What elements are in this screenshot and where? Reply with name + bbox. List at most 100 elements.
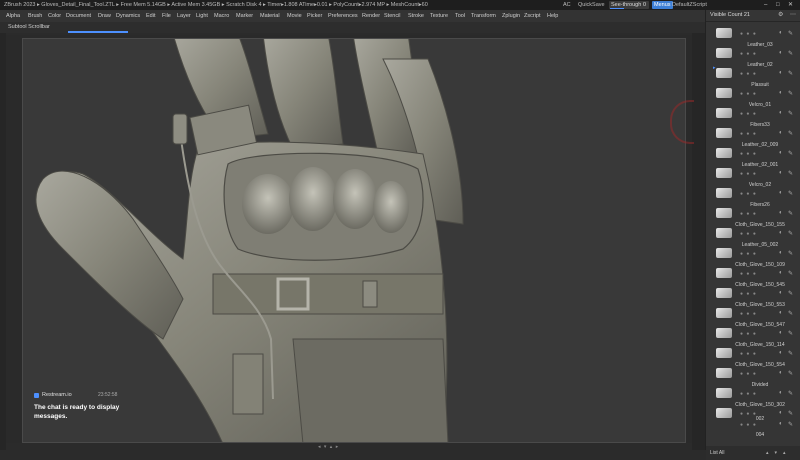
subtool-controls[interactable]: ● ● ● [740, 71, 757, 77]
menu-stencil[interactable]: Stencil [384, 10, 401, 22]
subtool-item[interactable]: Cloth_Glove_150_114 ● ● ● ◐ ✎ [706, 342, 800, 362]
quicksave-button[interactable]: QuickSave [578, 0, 605, 10]
menus-button[interactable]: Menus [652, 1, 673, 9]
eye-icon[interactable]: ◐ [779, 130, 783, 136]
eye-icon[interactable]: ◐ [779, 330, 783, 336]
subtool-controls[interactable]: ● ● ● [740, 51, 757, 57]
menu-file[interactable]: File [162, 10, 171, 22]
subtool-item[interactable]: Fibers33 ● ● ● ◐ ✎ [706, 122, 800, 142]
subtool-item[interactable]: Cloth_Glove_150_554 ● ● ● ◐ ✎ [706, 362, 800, 382]
menu-edit[interactable]: Edit [146, 10, 155, 22]
menu-alpha[interactable]: Alpha [6, 10, 20, 22]
gear-icon[interactable]: ⚙ [778, 11, 783, 18]
subtool-item[interactable]: ● ● ● ◐ ✎ [706, 22, 800, 42]
menu-dynamics[interactable]: Dynamics [116, 10, 140, 22]
eye-icon[interactable]: ◐ [779, 110, 783, 116]
subtool-item[interactable]: Velcro_02 ● ● ● ◐ ✎ [706, 182, 800, 202]
menu-preferences[interactable]: Preferences [328, 10, 358, 22]
menu-color[interactable]: Color [48, 10, 61, 22]
menu-macro[interactable]: Macro [214, 10, 229, 22]
pen-icon[interactable]: ✎ [788, 90, 793, 97]
eye-icon[interactable]: ◐ [779, 250, 783, 256]
subtool-item[interactable]: Leather_02_001 ● ● ● ◐ ✎ [706, 162, 800, 182]
close-icon[interactable]: ✕ [788, 0, 793, 10]
subtool-controls[interactable]: ● ● ● [740, 251, 757, 257]
footer-arrow-icons[interactable]: ▴▾▴ [766, 450, 792, 456]
see-through-slider[interactable]: See-through 0 [609, 1, 649, 9]
eye-icon[interactable]: ◐ [779, 350, 783, 356]
menu-light[interactable]: Light [196, 10, 208, 22]
pen-icon[interactable]: ✎ [788, 170, 793, 177]
subtool-controls[interactable]: ● ● ● [740, 151, 757, 157]
subtool-controls[interactable]: ● ● ● [740, 311, 757, 317]
subtool-controls[interactable]: ● ● ● [740, 291, 757, 297]
pen-icon[interactable]: ✎ [788, 270, 793, 277]
eye-icon[interactable]: ◐ [779, 190, 783, 196]
pen-icon[interactable]: ✎ [788, 50, 793, 57]
subtool-controls[interactable]: ● ● ● [740, 391, 757, 397]
subtool-item[interactable]: 004 [706, 432, 800, 446]
menu-tool[interactable]: Tool [455, 10, 465, 22]
menu-texture[interactable]: Texture [430, 10, 448, 22]
menu-marker[interactable]: Marker [236, 10, 253, 22]
pen-icon[interactable]: ✎ [788, 310, 793, 317]
eye-icon[interactable]: ◐ [779, 270, 783, 276]
pen-icon[interactable]: ✎ [788, 150, 793, 157]
eye-icon[interactable]: ◐ [779, 150, 783, 156]
subtool-item[interactable]: Divided ● ● ● ◐ ✎ [706, 382, 800, 402]
eye-icon[interactable]: ◐ [779, 290, 783, 296]
subtool-controls[interactable]: ● ● ● [740, 171, 757, 177]
more-icon[interactable]: ⋯ [790, 11, 796, 18]
menu-brush[interactable]: Brush [28, 10, 42, 22]
menu-render[interactable]: Render [362, 10, 380, 22]
menu-material[interactable]: Material [260, 10, 280, 22]
subtool-controls[interactable]: ● ● ● [740, 371, 757, 377]
pen-icon[interactable]: ✎ [788, 250, 793, 257]
subtool-item[interactable]: Cloth_Glove_150_155 ● ● ● ◐ ✎ [706, 222, 800, 242]
subtool-item[interactable]: Leather_03 ● ● ● ◐ ✎ [706, 42, 800, 62]
subtool-item[interactable]: Cloth_Glove_150_547 ● ● ● ◐ ✎ [706, 322, 800, 342]
subtool-item[interactable]: 002 ● ● ● ◐ ✎ [706, 416, 800, 430]
pen-icon[interactable]: ✎ [788, 70, 793, 77]
ac-label[interactable]: AC [563, 0, 571, 10]
eye-icon[interactable]: ◐ [779, 370, 783, 376]
canvas-bottom-controls[interactable]: ◂ ▾ ▴ ▸ [318, 444, 408, 450]
eye-icon[interactable]: ◐ [779, 50, 783, 56]
menu-zscript[interactable]: Zscript [524, 10, 541, 22]
subtool-controls[interactable]: ● ● ● [740, 211, 757, 217]
pen-icon[interactable]: ✎ [788, 421, 793, 428]
subtool-item[interactable]: Plassuit ● ● ● ◐ ✎ [706, 82, 800, 102]
menu-layer[interactable]: Layer [177, 10, 191, 22]
menu-transform[interactable]: Transform [471, 10, 496, 22]
pen-icon[interactable]: ✎ [788, 390, 793, 397]
minimize-icon[interactable]: – [764, 0, 767, 10]
pen-icon[interactable]: ✎ [788, 290, 793, 297]
menu-zplugin[interactable]: Zplugin [502, 10, 520, 22]
subtool-item[interactable]: Leather_02 ● ● ● ◐ ✎ [706, 62, 800, 82]
subtool-item[interactable]: Leather_05_002 ● ● ● ◐ ✎ [706, 242, 800, 262]
subtool-item[interactable]: Cloth_Glove_150_109 ● ● ● ◐ ✎ [706, 262, 800, 282]
eye-icon[interactable]: ◐ [779, 230, 783, 236]
eye-icon[interactable]: ◐ [779, 170, 783, 176]
right-tray[interactable] [692, 33, 705, 450]
list-all-button[interactable]: List All [710, 450, 724, 456]
eye-icon[interactable]: ◐ [779, 90, 783, 96]
menu-movie[interactable]: Movie [287, 10, 302, 22]
pen-icon[interactable]: ✎ [788, 330, 793, 337]
subtool-controls[interactable]: ● ● ● [740, 231, 757, 237]
subtool-item[interactable]: Leather_02_009 ● ● ● ◐ ✎ [706, 142, 800, 162]
menu-draw[interactable]: Draw [98, 10, 111, 22]
eye-icon[interactable]: ◐ [779, 30, 783, 36]
pen-icon[interactable]: ✎ [788, 30, 793, 37]
menu-document[interactable]: Document [66, 10, 91, 22]
subtool-controls[interactable]: ● ● ● [740, 271, 757, 277]
menu-help[interactable]: Help [547, 10, 558, 22]
subtool-controls[interactable]: ● ● ● [740, 351, 757, 357]
subtool-controls[interactable]: ● ● ● [740, 91, 757, 97]
pen-icon[interactable]: ✎ [788, 190, 793, 197]
eye-icon[interactable]: ◐ [779, 310, 783, 316]
subtool-controls[interactable]: ● ● ● [740, 422, 757, 428]
pen-icon[interactable]: ✎ [788, 130, 793, 137]
subtool-controls[interactable]: ● ● ● [740, 331, 757, 337]
document-canvas[interactable] [22, 38, 686, 443]
